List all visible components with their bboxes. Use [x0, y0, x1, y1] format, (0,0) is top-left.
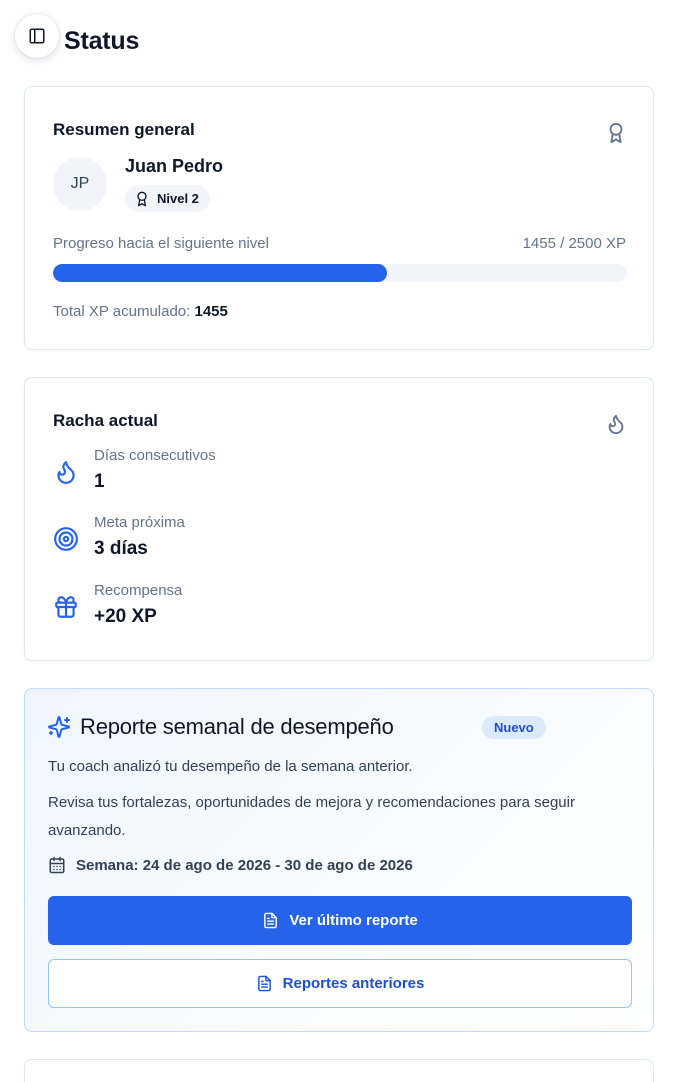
file-text-icon	[262, 912, 279, 929]
award-icon	[134, 191, 150, 207]
streak-title: Racha actual	[53, 411, 158, 430]
avatar: JP	[53, 157, 107, 211]
total-xp-value: 1455	[194, 303, 228, 320]
xp-progress-bar	[53, 264, 627, 282]
summary-title: Resumen general	[53, 120, 195, 139]
next-card	[24, 1059, 654, 1082]
total-xp: Total XP acumulado: 1455	[53, 303, 228, 320]
user-name: Juan Pedro	[125, 156, 224, 176]
previous-reports-label: Reportes anteriores	[282, 975, 425, 992]
progress-value: 1455 / 2500 XP	[522, 235, 626, 252]
streak-item-consecutive-days: Días consecutivos 1	[53, 447, 613, 503]
streak-item-value: +20 XP	[94, 606, 157, 627]
total-xp-label: Total XP acumulado:	[53, 303, 191, 320]
top-bar: Status	[0, 0, 675, 80]
report-week: Semana: 24 de ago de 2026 - 30 de ago de…	[48, 856, 413, 874]
streak-card: Racha actual Días consecutivos 1 Meta pr…	[24, 377, 654, 661]
report-title: Reporte semanal de desempeño	[80, 714, 394, 739]
gift-icon	[53, 594, 79, 620]
level-label: Nivel 2	[157, 191, 199, 206]
progress-label: Progreso hacia el siguiente nivel	[53, 235, 269, 252]
sparkles-icon	[47, 715, 71, 739]
streak-item-next-goal: Meta próxima 3 días	[53, 514, 613, 570]
streak-item-label: Recompensa	[94, 582, 183, 599]
target-icon	[53, 526, 79, 552]
report-description-detail: Revisa tus fortalezas, oportunidades de …	[48, 794, 575, 839]
streak-item-value: 3 días	[94, 538, 148, 559]
page-title: Status	[64, 27, 140, 55]
calendar-icon	[48, 856, 66, 874]
streak-item-label: Días consecutivos	[94, 447, 216, 464]
flame-icon	[53, 459, 79, 485]
award-icon	[605, 122, 627, 144]
view-latest-report-label: Ver último reporte	[289, 912, 418, 929]
streak-item-label: Meta próxima	[94, 514, 185, 531]
report-week-label: Semana: 24 de ago de 2026 - 30 de ago de…	[76, 856, 413, 874]
streak-item-value: 1	[94, 471, 105, 492]
previous-reports-button[interactable]: Reportes anteriores	[48, 959, 632, 1008]
xp-progress-fill	[53, 264, 388, 282]
flame-icon	[605, 413, 627, 435]
report-description: Tu coach analizó tu desempeño de la sema…	[48, 758, 413, 775]
streak-item-reward: Recompensa +20 XP	[53, 582, 613, 638]
file-text-icon	[256, 975, 273, 992]
weekly-report-card: Reporte semanal de desempeño Nuevo Tu co…	[24, 688, 654, 1032]
new-badge: Nuevo	[482, 716, 546, 739]
level-badge: Nivel 2	[125, 185, 210, 212]
sidebar-toggle-icon	[28, 27, 46, 45]
view-latest-report-button[interactable]: Ver último reporte	[48, 896, 632, 945]
sidebar-toggle-button[interactable]	[15, 14, 59, 58]
summary-card: Resumen general JP Juan Pedro Nivel 2 Pr…	[24, 86, 654, 350]
